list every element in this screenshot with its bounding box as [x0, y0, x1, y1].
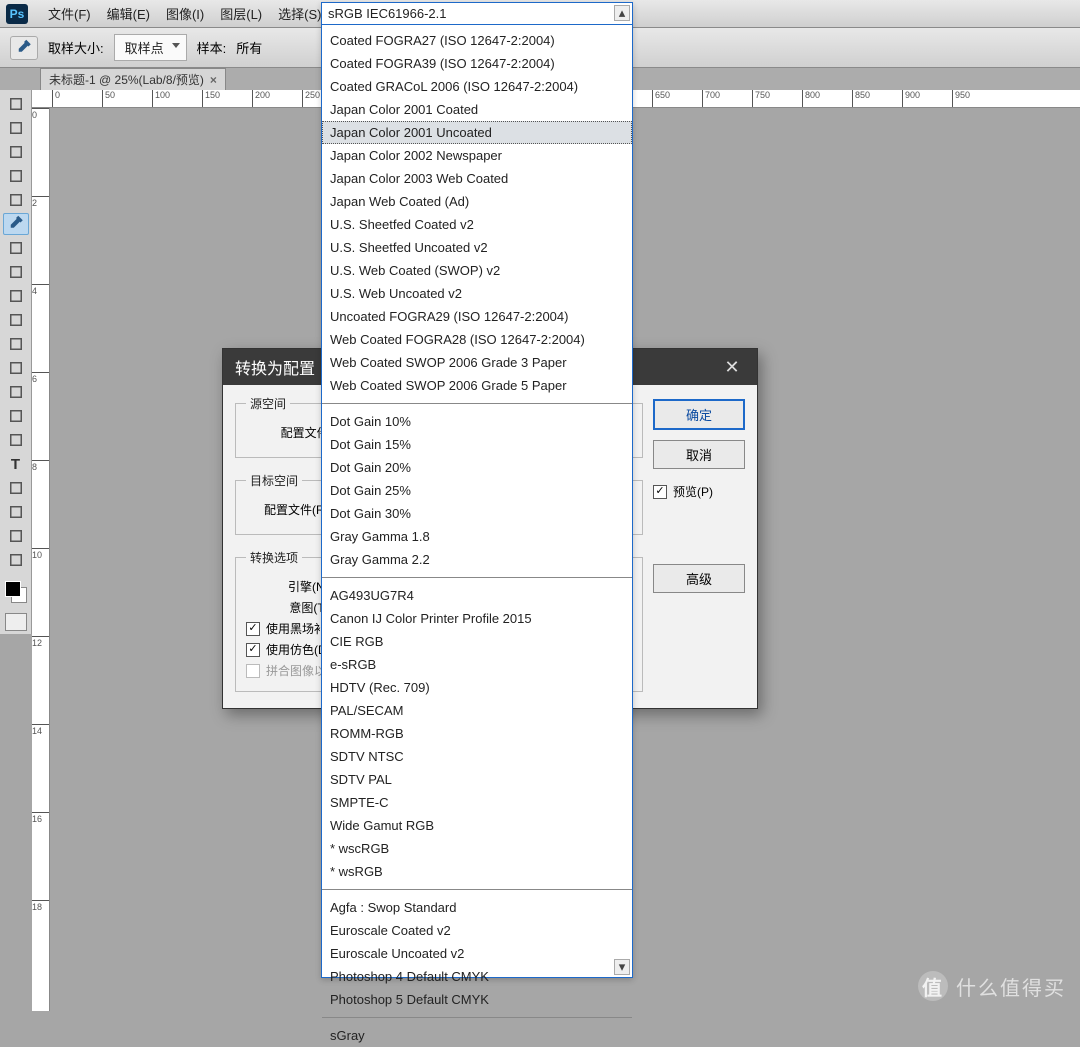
profile-option[interactable]: ROMM-RGB [322, 722, 632, 745]
heal-tool[interactable] [3, 237, 29, 259]
menu-item[interactable]: 文件(F) [40, 0, 99, 27]
profile-option[interactable]: Dot Gain 10% [322, 410, 632, 433]
profile-option[interactable]: Japan Color 2003 Web Coated [322, 167, 632, 190]
profile-option[interactable]: Web Coated SWOP 2006 Grade 5 Paper [322, 374, 632, 397]
profile-option[interactable]: SMPTE-C [322, 791, 632, 814]
profile-option[interactable]: CIE RGB [322, 630, 632, 653]
profile-option[interactable]: PAL/SECAM [322, 699, 632, 722]
profile-option[interactable]: Japan Color 2001 Uncoated [322, 121, 632, 144]
path-tool[interactable] [3, 477, 29, 499]
text-tool[interactable]: T [3, 453, 29, 475]
profile-option[interactable]: U.S. Web Uncoated v2 [322, 282, 632, 305]
rect-tool[interactable] [3, 501, 29, 523]
watermark-text: 什么值得买 [956, 972, 1066, 1001]
profile-option[interactable]: Japan Color 2001 Coated [322, 98, 632, 121]
lasso-tool[interactable] [3, 141, 29, 163]
dropdown-current[interactable]: sRGB IEC61966-2.1 [322, 3, 632, 25]
zoom-tool[interactable] [3, 549, 29, 571]
profile-option[interactable]: AG493UG7R4 [322, 584, 632, 607]
profile-option[interactable]: Euroscale Coated v2 [322, 919, 632, 942]
source-profile-label: 配置文件: [246, 424, 332, 441]
profile-option[interactable]: Dot Gain 15% [322, 433, 632, 456]
close-icon[interactable]: × [210, 73, 217, 87]
history-tool[interactable] [3, 309, 29, 331]
eraser-tool[interactable] [3, 333, 29, 355]
sample-size-dropdown[interactable]: 取样点 [114, 34, 187, 61]
profile-dropdown[interactable]: ▴ sRGB IEC61966-2.1 Coated FOGRA27 (ISO … [321, 2, 633, 978]
eyedropper-tool[interactable] [3, 213, 29, 235]
profile-option[interactable]: SDTV NTSC [322, 745, 632, 768]
profile-option[interactable]: Web Coated SWOP 2006 Grade 3 Paper [322, 351, 632, 374]
profile-option[interactable]: U.S. Web Coated (SWOP) v2 [322, 259, 632, 282]
watermark: 值 什么值得买 [918, 971, 1066, 1001]
profile-option[interactable]: Gray Gamma 2.2 [322, 548, 632, 571]
profile-option[interactable]: Agfa : Swop Standard [322, 896, 632, 919]
profile-option[interactable]: Dot Gain 25% [322, 479, 632, 502]
menu-item[interactable]: 图像(I) [158, 0, 212, 27]
intent-label: 意图(T): [246, 599, 332, 616]
profile-option[interactable]: e-sRGB [322, 653, 632, 676]
chevron-up-icon[interactable]: ▴ [614, 5, 630, 21]
profile-option[interactable]: U.S. Sheetfed Coated v2 [322, 213, 632, 236]
close-icon[interactable]: ✕ [719, 354, 745, 380]
move-tool[interactable] [3, 93, 29, 115]
cancel-button[interactable]: 取消 [653, 440, 745, 469]
profile-option[interactable]: Euroscale Uncoated v2 [322, 942, 632, 965]
stamp-tool[interactable] [3, 285, 29, 307]
conv-legend: 转换选项 [246, 549, 302, 566]
toolbox: T [0, 90, 32, 634]
preview-checkbox[interactable]: 预览(P) [653, 483, 745, 500]
chevron-down-icon[interactable]: ▾ [614, 959, 630, 975]
document-tab-title: 未标题-1 @ 25%(Lab/8/预览) [49, 71, 204, 88]
watermark-badge: 值 [918, 971, 948, 1001]
eyedropper-tool-icon[interactable] [10, 36, 38, 60]
pen-tool[interactable] [3, 429, 29, 451]
profile-option[interactable]: Photoshop 4 Default CMYK [322, 965, 632, 988]
profile-option[interactable]: Coated FOGRA27 (ISO 12647-2:2004) [322, 29, 632, 52]
advanced-button[interactable]: 高级 [653, 564, 745, 593]
sample-value[interactable]: 所有 [236, 38, 262, 57]
profile-option[interactable]: Japan Web Coated (Ad) [322, 190, 632, 213]
dodge-tool[interactable] [3, 405, 29, 427]
sample-size-label: 取样大小: [48, 38, 104, 57]
profile-option[interactable]: Photoshop 5 Default CMYK [322, 988, 632, 1011]
profile-option[interactable]: * wsRGB [322, 860, 632, 883]
dest-profile-label: 配置文件(R): [246, 501, 332, 518]
quickmask-icon[interactable] [5, 613, 27, 631]
profile-option[interactable]: * wscRGB [322, 837, 632, 860]
profile-option[interactable]: Web Coated FOGRA28 (ISO 12647-2:2004) [322, 328, 632, 351]
crop-tool[interactable] [3, 189, 29, 211]
hand-tool[interactable] [3, 525, 29, 547]
profile-option[interactable]: Wide Gamut RGB [322, 814, 632, 837]
ok-button[interactable]: 确定 [653, 399, 745, 430]
profile-option[interactable]: Dot Gain 20% [322, 456, 632, 479]
app-logo: Ps [6, 4, 28, 24]
profile-option[interactable]: Dot Gain 30% [322, 502, 632, 525]
brush-tool[interactable] [3, 261, 29, 283]
profile-option[interactable]: Canon IJ Color Printer Profile 2015 [322, 607, 632, 630]
profile-option[interactable]: HDTV (Rec. 709) [322, 676, 632, 699]
profile-option[interactable]: U.S. Sheetfed Uncoated v2 [322, 236, 632, 259]
ruler-vertical: 024681012141618 [32, 108, 50, 1011]
menu-item[interactable]: 图层(L) [212, 0, 270, 27]
gradient-tool[interactable] [3, 357, 29, 379]
marquee-tool[interactable] [3, 117, 29, 139]
profile-option[interactable]: sGray [322, 1024, 632, 1047]
menu-item[interactable]: 编辑(E) [99, 0, 158, 27]
profile-option[interactable]: Coated FOGRA39 (ISO 12647-2:2004) [322, 52, 632, 75]
dest-legend: 目标空间 [246, 472, 302, 489]
profile-option[interactable]: Japan Color 2002 Newspaper [322, 144, 632, 167]
source-legend: 源空间 [246, 395, 290, 412]
profile-option[interactable]: Uncoated FOGRA29 (ISO 12647-2:2004) [322, 305, 632, 328]
profile-option[interactable]: Coated GRACoL 2006 (ISO 12647-2:2004) [322, 75, 632, 98]
engine-label: 引擎(N): [246, 578, 332, 595]
blur-tool[interactable] [3, 381, 29, 403]
dialog-title: 转换为配置 [235, 355, 315, 379]
profile-option[interactable]: SDTV PAL [322, 768, 632, 791]
sample-label: 样本: [197, 38, 227, 57]
profile-option[interactable]: Gray Gamma 1.8 [322, 525, 632, 548]
wand-tool[interactable] [3, 165, 29, 187]
document-tab[interactable]: 未标题-1 @ 25%(Lab/8/预览) × [40, 68, 226, 90]
color-swatch[interactable] [3, 579, 29, 605]
